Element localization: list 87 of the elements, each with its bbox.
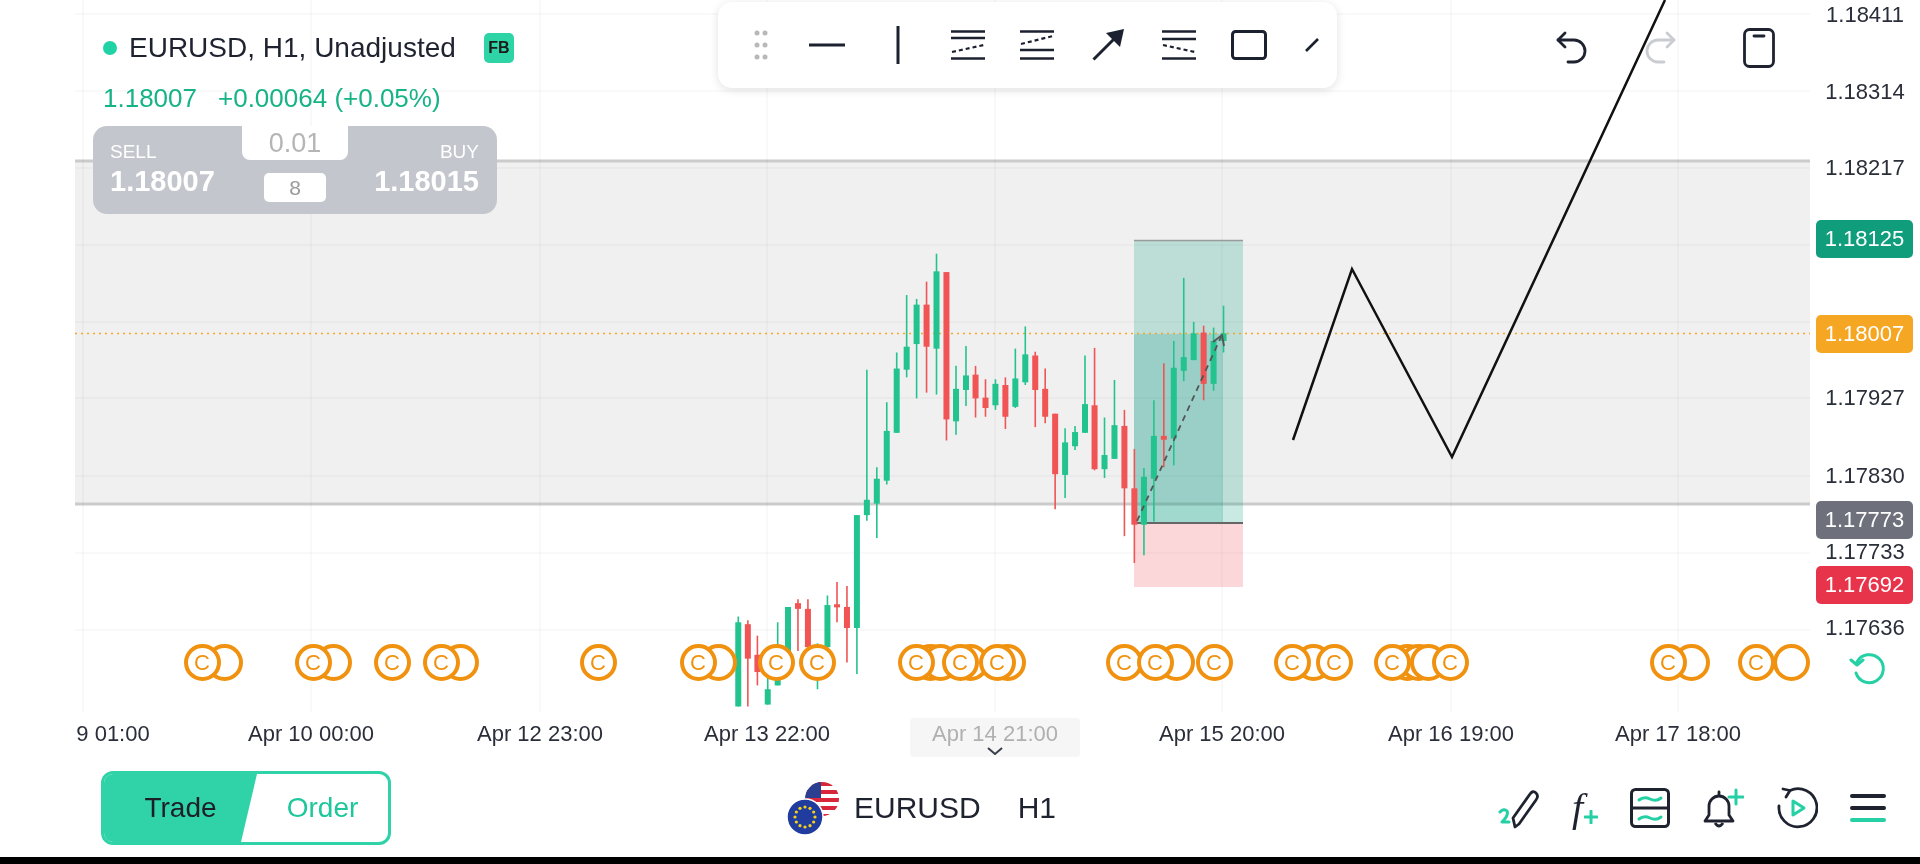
event-marker[interactable]: C: [422, 644, 460, 681]
price-badge: 1.17773: [1816, 501, 1913, 539]
bullish-candle: [1101, 416, 1108, 479]
descending-channel-icon[interactable]: [1162, 30, 1196, 60]
dashed-channel-icon[interactable]: [1020, 30, 1054, 60]
event-marker[interactable]: C: [1649, 644, 1687, 681]
horizontal-line-icon[interactable]: [809, 43, 845, 47]
menu-icon[interactable]: [1850, 793, 1886, 823]
bearish-candle: [1002, 376, 1009, 430]
time-axis-label: Apr 13 22:00: [704, 721, 830, 747]
phone-layout-icon[interactable]: [1743, 28, 1775, 68]
chevron-down-icon: [987, 747, 1003, 755]
indicators-button[interactable]: f: [1571, 788, 1598, 828]
line-tool-icon[interactable]: [1305, 38, 1319, 52]
price-axis-label: 1.17830: [1824, 463, 1906, 489]
bullish-candle: [1072, 425, 1079, 451]
event-marker[interactable]: C: [1195, 644, 1233, 681]
chart-title: EURUSD, H1, Unadjusted: [129, 32, 456, 64]
event-marker[interactable]: C: [1315, 644, 1353, 681]
price-axis-label: 1.18217: [1824, 155, 1906, 181]
tag-badge: FB: [483, 33, 514, 63]
bullish-candle: [1062, 427, 1069, 499]
event-marker[interactable]: C: [373, 644, 411, 681]
event-marker-ring-icon: [1772, 644, 1810, 681]
drag-handle-icon[interactable]: [754, 30, 768, 60]
buy-button[interactable]: BUY 1.18015: [348, 126, 497, 214]
symbol-name[interactable]: EURUSD: [854, 791, 981, 825]
mode-tab[interactable]: Trade: [104, 774, 257, 842]
event-marker[interactable]: C: [1273, 644, 1311, 681]
event-marker[interactable]: C: [978, 644, 1016, 681]
event-marker[interactable]: C: [1136, 644, 1174, 681]
time-axis-label: Apr 10 00:00: [248, 721, 374, 747]
bullish-candle: [963, 345, 969, 407]
event-marker[interactable]: C: [183, 644, 221, 681]
price-axis-label: 1.17636: [1824, 615, 1906, 641]
time-axis-label: 9 01:00: [76, 721, 150, 747]
price-axis-label: 1.18314: [1824, 79, 1906, 105]
price-axis-label: 1.17733: [1824, 539, 1906, 565]
price-change: +0.00064 (+0.05%): [218, 82, 441, 114]
event-marker[interactable]: C: [1737, 644, 1775, 681]
time-axis-label: Apr 17 18:00: [1615, 721, 1741, 747]
last-price: 1.18007: [103, 82, 197, 114]
undo-icon[interactable]: [1556, 30, 1588, 66]
status-dot-icon: [103, 41, 117, 55]
spread-indicator: 8: [264, 173, 326, 202]
event-marker[interactable]: C: [294, 644, 332, 681]
currency-flags-icon: [786, 781, 840, 835]
bullish-candle: [1210, 326, 1217, 392]
bullish-candle: [1012, 347, 1019, 409]
mode-tab[interactable]: Order: [257, 774, 388, 842]
drawing-pencil-icon[interactable]: [1497, 787, 1540, 829]
arrow-icon[interactable]: [1092, 29, 1124, 61]
bearish-candle: [834, 581, 840, 624]
parallel-lines-icon[interactable]: [951, 30, 985, 60]
time-axis-label: Apr 12 23:00: [477, 721, 603, 747]
bearish-candle: [1042, 367, 1049, 425]
event-marker[interactable]: C: [579, 644, 617, 681]
bearish-candle: [982, 378, 989, 418]
price-axis-label: 1.18411: [1825, 2, 1905, 28]
vertical-line-icon[interactable]: [896, 26, 900, 64]
rectangle-icon[interactable]: [1231, 30, 1267, 60]
bearish-candle: [754, 634, 761, 687]
volume-field[interactable]: 0.01: [242, 126, 348, 160]
bullish-candle: [1190, 321, 1197, 361]
bearish-candle: [972, 365, 979, 419]
time-axis-label: Apr 16 19:00: [1388, 721, 1514, 747]
event-marker[interactable]: C: [679, 644, 717, 681]
replay-icon[interactable]: [1776, 787, 1818, 829]
timeframe-label[interactable]: H1: [1017, 791, 1057, 825]
bullish-candle: [953, 365, 960, 436]
time-axis-label: Apr 15 20:00: [1159, 721, 1285, 747]
layout-panels-icon[interactable]: [1630, 788, 1670, 828]
price-axis-label: 1.17927: [1824, 385, 1906, 411]
bullish-candle: [1022, 325, 1029, 386]
price-badge: 1.18007: [1816, 315, 1913, 353]
event-marker[interactable]: C: [1431, 644, 1469, 681]
price-badge: 1.18125: [1816, 220, 1913, 258]
event-marker[interactable]: C: [798, 644, 836, 681]
event-marker[interactable]: C: [757, 644, 795, 681]
bullish-candle: [785, 606, 791, 652]
bullish-candle: [992, 378, 999, 411]
bearish-candle: [794, 598, 801, 652]
time-cursor-handle[interactable]: Apr 14 21:00: [910, 718, 1080, 757]
bullish-candle: [764, 676, 771, 706]
bell-plus-icon[interactable]: [1702, 787, 1744, 829]
sell-button[interactable]: SELL 1.18007: [93, 126, 242, 214]
price-badge: 1.17692: [1816, 566, 1913, 604]
